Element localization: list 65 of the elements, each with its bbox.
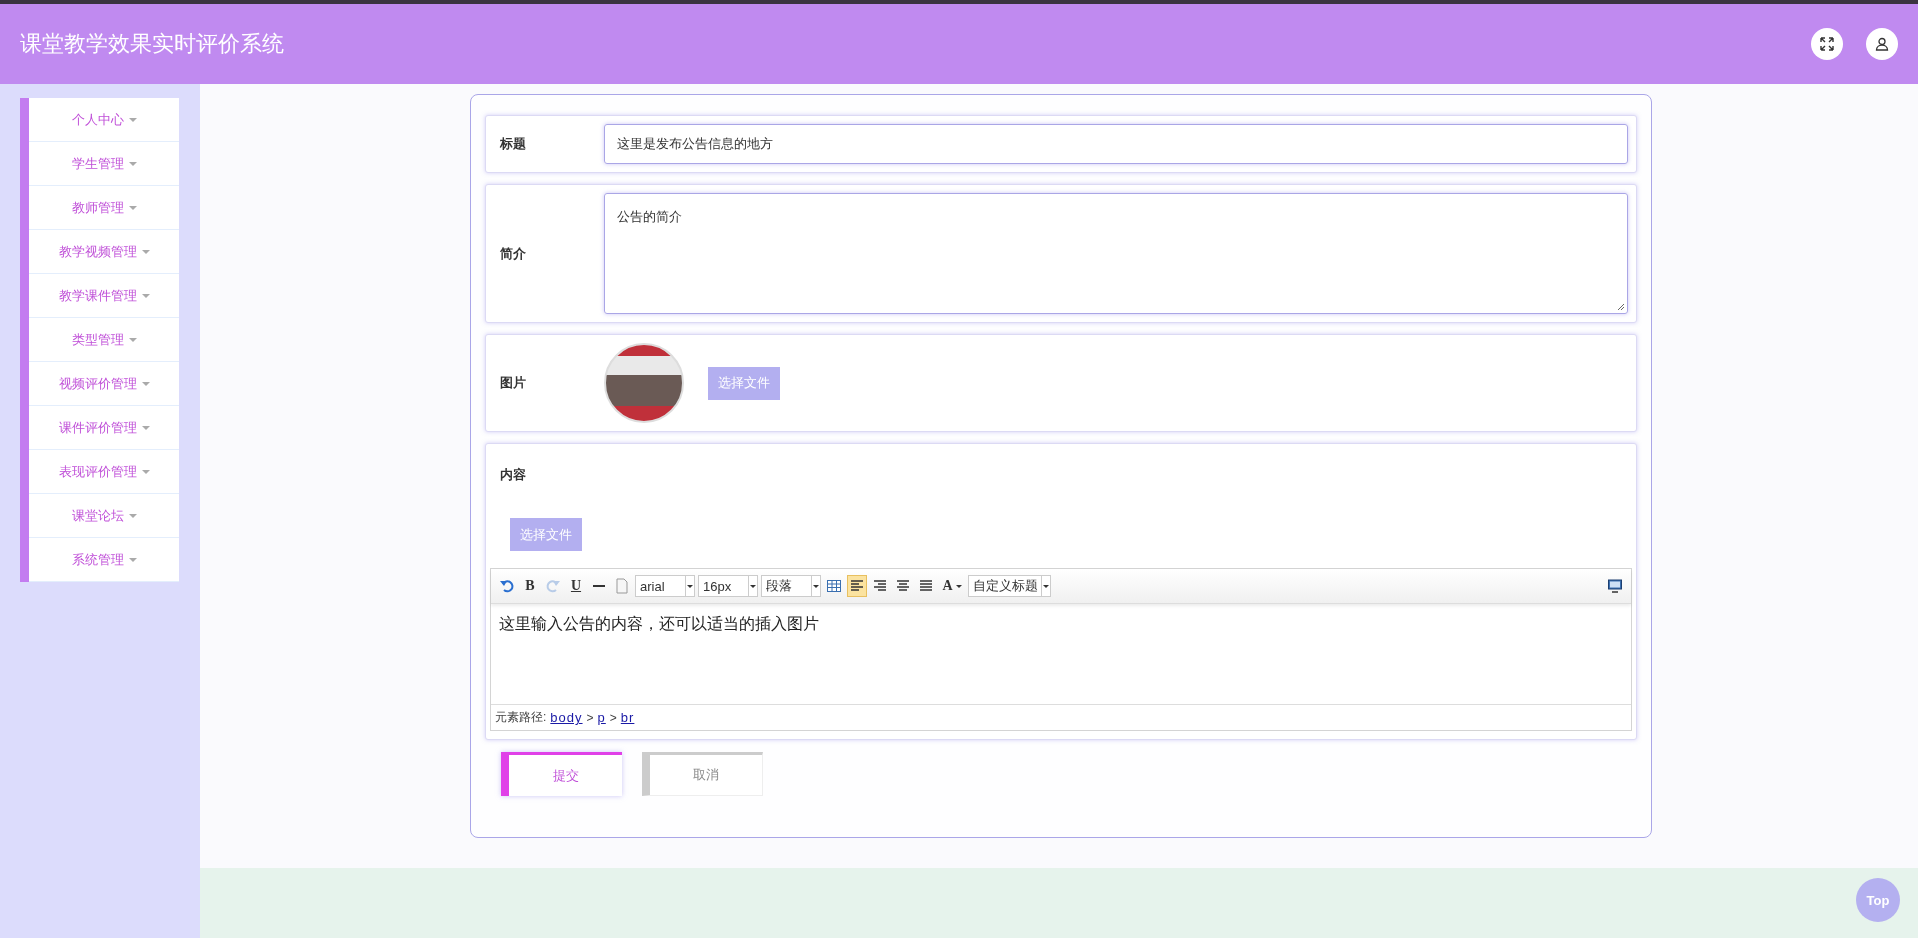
caret-icon (128, 337, 137, 342)
caret-icon (813, 584, 819, 588)
toolbar-dropdown[interactable]: arial (635, 575, 695, 597)
path-separator: > (609, 710, 617, 725)
field-label: 标题 (500, 135, 527, 153)
toolbar-dropdown[interactable]: 段落 (761, 575, 821, 597)
align-justify-icon (918, 578, 934, 594)
sidebar-item[interactable]: 教学课件管理 (29, 274, 179, 318)
redo-icon (545, 578, 561, 594)
caret-icon (128, 161, 137, 166)
caret-icon (128, 117, 137, 122)
user-button[interactable] (1866, 28, 1898, 60)
app-title: 课堂教学效果实时评价系统 (20, 30, 285, 58)
toolbar-dropdown[interactable]: 16px (698, 575, 758, 597)
caret-icon (1043, 584, 1049, 588)
field-label: 简介 (500, 244, 527, 263)
caret-icon (128, 205, 137, 210)
page-icon (614, 578, 630, 594)
caret-icon (141, 381, 150, 386)
caret-icon (141, 425, 150, 430)
toolbar-dropdown[interactable]: 自定义标题 (968, 575, 1051, 597)
caret-icon (141, 469, 150, 474)
sidebar-item[interactable]: 教师管理 (29, 186, 179, 230)
align-center-icon (895, 578, 911, 594)
input-field[interactable]: 这里是发布公告信息的地方 (604, 124, 1628, 164)
align-right-icon (872, 578, 888, 594)
field-label: 内容 (500, 467, 526, 482)
resize-grip-icon (1617, 303, 1625, 311)
sidebar-item[interactable]: 课堂论坛 (29, 494, 179, 538)
expand-icon (1820, 37, 1834, 51)
font-color-button[interactable]: A (939, 575, 965, 597)
caret-icon (750, 584, 756, 588)
caret-icon (141, 249, 150, 254)
sidebar-item[interactable]: 视频评价管理 (29, 362, 179, 406)
table-icon (826, 578, 842, 594)
submit-button[interactable]: 提交 (501, 752, 622, 796)
path-link[interactable]: body (550, 710, 583, 725)
caret-icon (128, 557, 137, 562)
caret-icon (687, 584, 693, 588)
sidebar-item[interactable]: 系统管理 (29, 538, 179, 582)
field-label: 图片 (500, 374, 527, 392)
underline-button[interactable]: U (566, 575, 586, 597)
editor-content[interactable]: 这里输入公告的内容，还可以适当的插入图片 (491, 604, 1631, 704)
fullscreen-button[interactable] (1811, 28, 1843, 60)
align-left-icon (849, 578, 865, 594)
path-separator: > (586, 710, 594, 725)
path-label: 元素路径: (495, 709, 547, 726)
bold-button[interactable]: B (520, 575, 540, 597)
cancel-button[interactable]: 取消 (642, 752, 763, 796)
sidebar-item[interactable]: 课件评价管理 (29, 406, 179, 450)
align-left-button[interactable] (847, 575, 867, 597)
user-icon (1875, 37, 1889, 51)
textarea-field[interactable]: 公告的简介 (604, 193, 1628, 314)
path-link[interactable]: p (597, 710, 606, 725)
sidebar-item[interactable]: 学生管理 (29, 142, 179, 186)
sidebar-item[interactable]: 个人中心 (29, 98, 179, 142)
monitor-icon (1607, 578, 1623, 594)
sidebar-item[interactable]: 教学视频管理 (29, 230, 179, 274)
undo-icon (499, 578, 515, 594)
sidebar-item[interactable]: 表现评价管理 (29, 450, 179, 494)
sidebar-item[interactable]: 类型管理 (29, 318, 179, 362)
caret-icon (128, 513, 137, 518)
horizontal-rule-icon (593, 585, 605, 587)
caret-icon (141, 293, 150, 298)
path-link[interactable]: br (620, 710, 635, 725)
